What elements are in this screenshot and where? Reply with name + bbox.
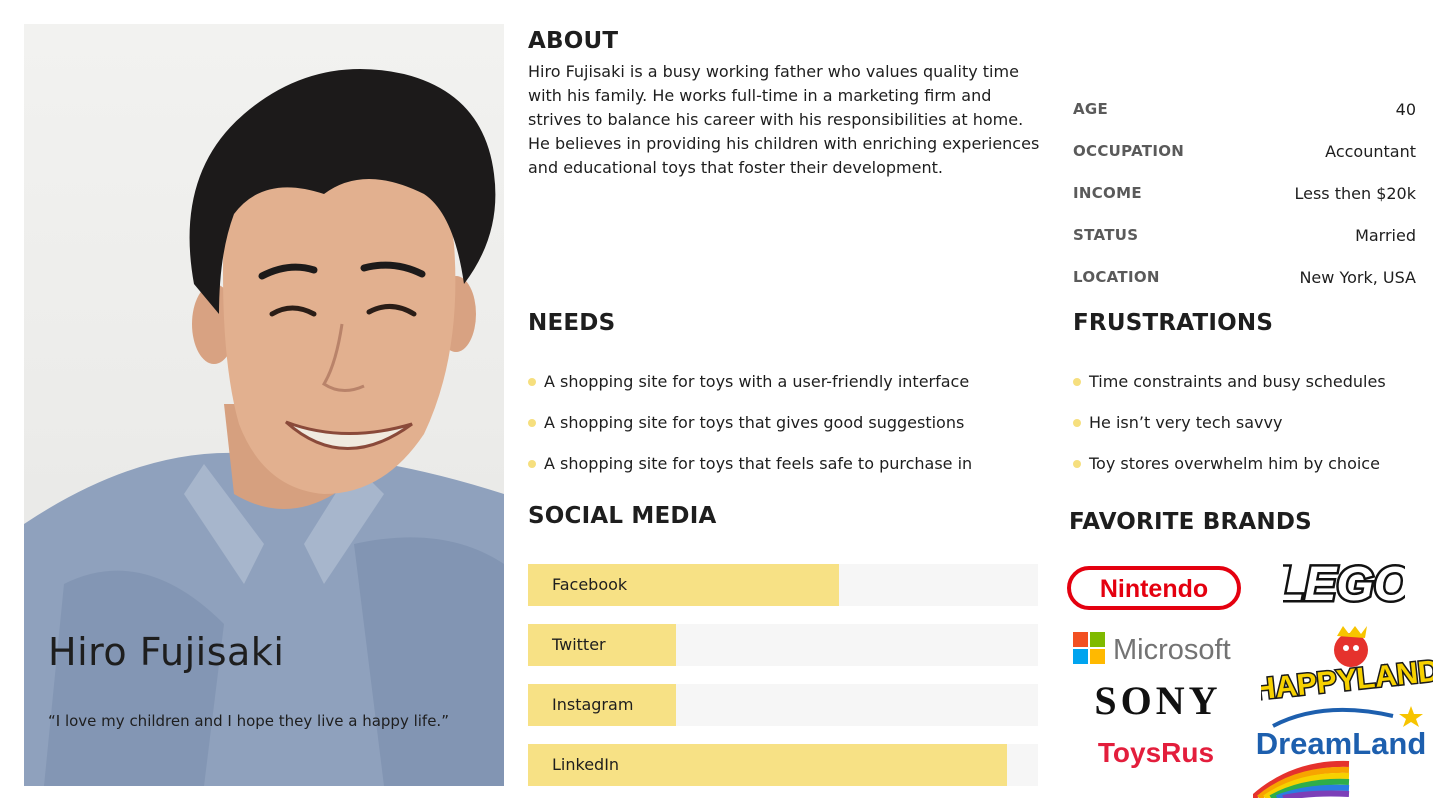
microsoft-logo: Microsoft	[1073, 632, 1231, 666]
frustrations-heading: FRUSTRATIONS	[1073, 310, 1274, 336]
demo-row-age: AGE 40	[1073, 88, 1416, 130]
happyland-logo: HAPPYLAND	[1261, 626, 1433, 704]
demo-label: LOCATION	[1073, 268, 1160, 286]
list-item-text: Toy stores overwhelm him by choice	[1089, 454, 1380, 473]
social-media-heading: SOCIAL MEDIA	[528, 503, 717, 529]
list-item-text: Time constraints and busy schedules	[1089, 372, 1386, 391]
demo-row-occupation: OCCUPATION Accountant	[1073, 130, 1416, 172]
svg-text:Microsoft: Microsoft	[1113, 634, 1231, 666]
bullet-dot	[1073, 459, 1081, 468]
svg-text:SONY: SONY	[1094, 680, 1221, 720]
social-bar-facebook: Facebook	[528, 564, 1038, 606]
bullet-dot	[1073, 418, 1081, 427]
social-media-bars: Facebook Twitter Instagram LinkedIn	[528, 564, 1038, 804]
lego-logo: LEGO	[1283, 556, 1405, 611]
list-item: He isn’t very tech savvy	[1073, 402, 1386, 443]
demo-value: Accountant	[1325, 141, 1416, 161]
demo-label: AGE	[1073, 100, 1109, 118]
dreamland-logo: DreamLand	[1253, 706, 1427, 798]
demo-label: STATUS	[1073, 226, 1139, 244]
needs-list: A shopping site for toys with a user-fri…	[528, 361, 972, 484]
demo-row-status: STATUS Married	[1073, 214, 1416, 256]
demo-row-income: INCOME Less then $20k	[1073, 172, 1416, 214]
bullet-dot	[528, 377, 536, 386]
demo-value: Married	[1355, 225, 1416, 245]
demo-label: OCCUPATION	[1073, 142, 1185, 160]
list-item: A shopping site for toys that gives good…	[528, 402, 972, 443]
persona-photo: Hiro Fujisaki “I love my children and I …	[24, 24, 504, 786]
frustrations-list: Time constraints and busy schedules He i…	[1073, 361, 1386, 484]
about-heading: ABOUT	[528, 28, 619, 54]
demographics-table: AGE 40 OCCUPATION Accountant INCOME Less…	[1073, 88, 1416, 298]
svg-text:DreamLand: DreamLand	[1256, 726, 1427, 761]
demo-row-location: LOCATION New York, USA	[1073, 256, 1416, 298]
list-item: A shopping site for toys that feels safe…	[528, 443, 972, 484]
bar-label: Facebook	[552, 575, 628, 594]
about-text: Hiro Fujisaki is a busy working father w…	[528, 62, 1040, 177]
bullet-dot	[1073, 377, 1081, 386]
persona-quote: “I love my children and I hope they live…	[48, 712, 449, 730]
social-bar-instagram: Instagram	[528, 684, 1038, 726]
toysrus-logo: ToysRus	[1098, 737, 1214, 768]
bar-label: Twitter	[552, 635, 606, 654]
list-item: Time constraints and busy schedules	[1073, 361, 1386, 402]
list-item-text: A shopping site for toys that gives good…	[544, 413, 965, 432]
svg-text:Nintendo: Nintendo	[1100, 575, 1208, 603]
list-item: Toy stores overwhelm him by choice	[1073, 443, 1386, 484]
social-bar-linkedin: LinkedIn	[528, 744, 1038, 786]
svg-text:ToysRus: ToysRus	[1098, 737, 1214, 768]
list-item-text: He isn’t very tech savvy	[1089, 413, 1283, 432]
list-item-text: A shopping site for toys that feels safe…	[544, 454, 973, 473]
svg-text:LEGO: LEGO	[1283, 558, 1405, 610]
favorite-brands-heading: FAVORITE BRANDS	[1069, 509, 1312, 535]
bar-label: Instagram	[552, 695, 634, 714]
bullet-dot	[528, 418, 536, 427]
persona-name: Hiro Fujisaki	[48, 630, 285, 674]
social-bar-twitter: Twitter	[528, 624, 1038, 666]
demo-value: New York, USA	[1299, 267, 1416, 287]
demo-value: 40	[1395, 99, 1416, 119]
list-item: A shopping site for toys with a user-fri…	[528, 361, 972, 402]
needs-heading: NEEDS	[528, 310, 616, 336]
list-item-text: A shopping site for toys with a user-fri…	[544, 372, 970, 391]
bullet-dot	[528, 459, 536, 468]
sony-logo: SONY	[1094, 680, 1221, 720]
demo-label: INCOME	[1073, 184, 1142, 202]
demo-value: Less then $20k	[1294, 183, 1416, 203]
nintendo-logo: Nintendo	[1067, 566, 1241, 610]
bar-label: LinkedIn	[552, 755, 620, 774]
